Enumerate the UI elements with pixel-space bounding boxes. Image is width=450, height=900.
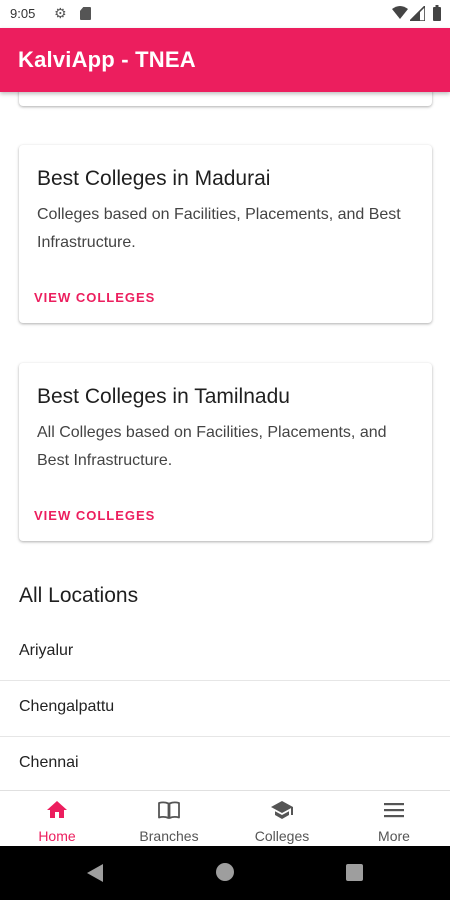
status-time: 9:05 [10,6,36,21]
graduation-cap-icon [271,801,293,819]
gear-icon: ⚙ [54,5,67,21]
location-label: Chennai [19,754,79,771]
location-label: Chengalpattu [19,698,115,715]
view-colleges-button[interactable]: VIEW COLLEGES [34,290,155,305]
nav-label: Colleges [254,828,310,844]
home-circle-icon[interactable] [216,863,234,881]
nav-colleges[interactable]: Colleges [226,791,338,847]
system-navigation-bar [0,846,450,900]
app-title: KalviApp - TNEA [18,47,196,72]
book-icon [158,801,180,819]
card-title: Best Colleges in Madurai [37,167,271,190]
signal-icon [410,6,425,21]
card-description: Colleges based on Facilities, Placements… [37,206,401,251]
college-card: Best Colleges in Tamilnadu All Colleges … [19,363,432,541]
nav-branches[interactable]: Branches [113,791,225,847]
location-item[interactable]: Chennai [0,736,450,790]
home-icon [47,801,67,818]
app-bar: KalviApp - TNEA [0,28,450,92]
partial-card [19,92,432,106]
back-icon[interactable] [86,863,104,883]
status-bar: 9:05 ⚙ [0,0,450,28]
menu-icon [384,803,404,818]
location-item[interactable]: Ariyalur [0,624,450,681]
nav-label: Home [38,828,76,844]
locations-heading: All Locations [19,584,139,607]
card-description: All Colleges based on Facilities, Placem… [37,424,387,469]
main-content[interactable]: Best Colleges in Madurai Colleges based … [0,92,450,790]
bottom-navigation: Home Branches Colleges More [0,790,450,847]
sd-card-icon [80,7,91,20]
nav-more[interactable]: More [338,791,450,847]
recents-icon[interactable] [346,864,363,881]
location-label: Ariyalur [19,642,74,659]
college-card: Best Colleges in Madurai Colleges based … [19,145,432,323]
location-item[interactable]: Chengalpattu [0,680,450,737]
nav-label: Branches [139,828,199,844]
nav-home[interactable]: Home [1,791,113,847]
card-title: Best Colleges in Tamilnadu [37,385,290,408]
view-colleges-button[interactable]: VIEW COLLEGES [34,508,155,523]
wifi-icon [392,6,408,19]
battery-icon [433,5,441,21]
nav-label: More [378,828,410,844]
